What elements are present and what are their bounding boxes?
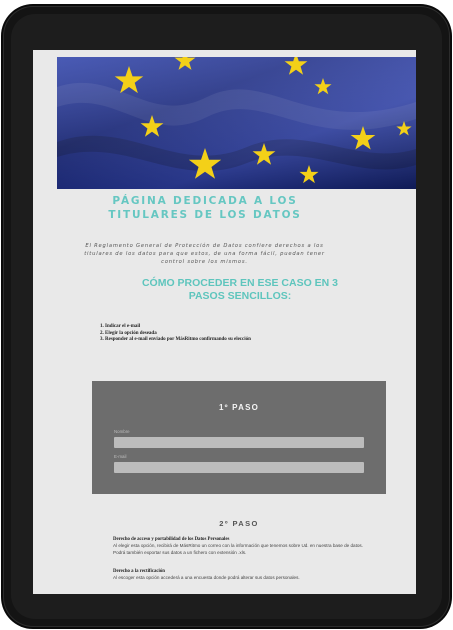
section-subtitle: CÓMO PROCEDER EN ESE CASO EN 3 PASOS SEN… <box>141 277 339 302</box>
eu-flag-banner <box>57 57 416 189</box>
right-rectification-desc: Al escoger esta opción accederá a una en… <box>113 575 300 580</box>
email-label: E-mail <box>114 454 127 459</box>
list-item: Responder al e-mail enviado por MásRitmo… <box>105 337 251 344</box>
tablet-screen: PÁGINA DEDICADA A LOS TITULARES DE LOS D… <box>33 50 416 594</box>
step2-title: 2º PASO <box>219 519 259 528</box>
eu-flag-image <box>57 57 416 189</box>
page-title: PÁGINA DEDICADA A LOS TITULARES DE LOS D… <box>108 195 302 221</box>
step1-title: 1º PASO <box>218 403 260 412</box>
name-label: Nombre <box>114 429 130 434</box>
step1-form: 1º PASO Nombre E-mail <box>92 381 386 494</box>
name-input[interactable] <box>114 437 364 448</box>
right-rectification-title[interactable]: Derecho a la rectificación <box>113 569 165 574</box>
steps-list: Indicar el e-mail Elegir la opción desea… <box>91 324 251 344</box>
email-input[interactable] <box>114 462 364 473</box>
intro-text: El Reglamento General de Protección de D… <box>84 243 325 265</box>
right-access-desc: Al elegir esta opción, recibirá de MásRi… <box>113 543 363 555</box>
right-access-title[interactable]: Derecho de acceso y portabilidad de los … <box>113 537 229 542</box>
